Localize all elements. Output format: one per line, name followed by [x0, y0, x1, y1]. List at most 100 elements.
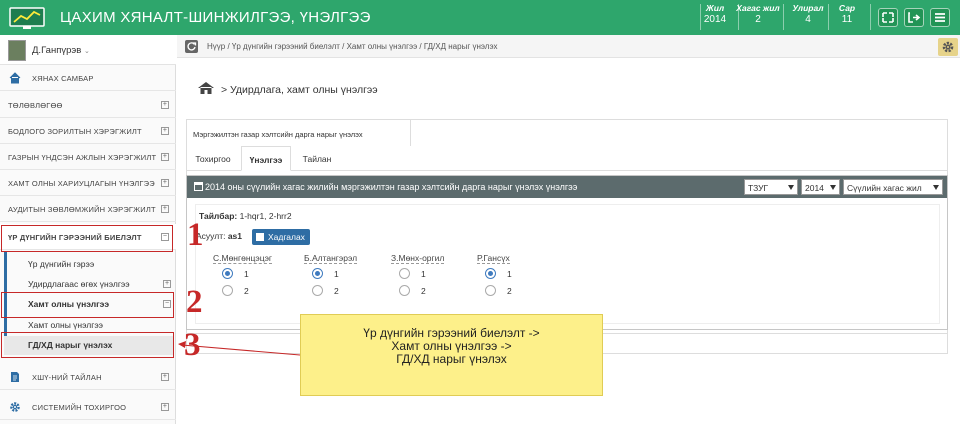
select-value: Сүүлийн хагас жил	[847, 183, 922, 193]
evaluation-panel: 2014 оны сүүлийн хагас жилийн мэргэжилтэ…	[186, 175, 948, 330]
save-button[interactable]: Хадгалах	[252, 229, 310, 245]
sidebar-item-main-work[interactable]: ГАЗРЫН ҮНДСЭН АЖЛЫН ХЭРЭГЖИЛТ +	[0, 144, 176, 170]
radio-button[interactable]	[485, 268, 496, 279]
radio-button[interactable]	[485, 285, 496, 296]
radio-button[interactable]	[399, 268, 410, 279]
stat-value: 2	[755, 14, 761, 25]
expand-icon: +	[161, 403, 169, 411]
sidebar-subitem-label: Хамт олны үнэлгээ	[28, 320, 103, 330]
gear-icon	[10, 402, 20, 412]
stat-month: Сар 11	[825, 3, 869, 25]
note: Тайлбар: 1-hqr1, 2-hrr2	[199, 211, 292, 221]
stat-value: 4	[805, 14, 811, 25]
radio-label: 1	[421, 269, 426, 279]
sidebar-item-settings[interactable]: СИСТЕМИЙН ТОХИРГОО +	[0, 394, 176, 420]
expand-icon: +	[161, 179, 169, 187]
radio-label: 1	[244, 269, 249, 279]
panel-body: Тайлбар: 1-hqr1, 2-hrr2 Асуулт: as1 Хадг…	[195, 204, 940, 324]
stat-label: Хагас жил	[736, 3, 780, 13]
stat-value: 2014	[703, 14, 727, 25]
radio-label: 2	[244, 286, 249, 296]
radio-label: 2	[334, 286, 339, 296]
menu-button[interactable]	[930, 8, 950, 27]
annotation-number-1: 1	[187, 217, 204, 253]
panel-title: 2014 оны сүүлийн хагас жилийн мэргэжилтэ…	[205, 182, 578, 192]
expand-icon: +	[161, 373, 169, 381]
select-value: ТЗУГ	[748, 183, 769, 193]
chevron-down-icon: ⌄	[83, 48, 90, 55]
sidebar-item-audit[interactable]: АУДИТЫН ЗӨВЛӨМЖИЙН ХЭРЭГЖИЛТ +	[0, 196, 176, 222]
top-bar: ЦАХИМ ХЯНАЛТ-ШИНЖИЛГЭЭ, ҮНЭЛГЭЭ Жил 2014…	[0, 0, 960, 35]
user-profile[interactable]: Д.Ганпүрэв ⌄	[0, 35, 176, 65]
select-value: 2014	[805, 183, 824, 193]
expand-icon: +	[161, 101, 169, 109]
sidebar: Д.Ганпүрэв ⌄ ХЯНАХ САМБАР ТӨЛӨВЛӨГӨӨ + Б…	[0, 35, 176, 424]
sidebar-item-policy[interactable]: БОДЛОГО ЗОРИЛТЫН ХЭРЭГЖИЛТ +	[0, 118, 176, 144]
person-name: Б.Алтангэрэл	[304, 253, 358, 264]
radio-button[interactable]	[222, 268, 233, 279]
radio-button[interactable]	[222, 285, 233, 296]
save-button-label: Хадгалах	[268, 232, 305, 242]
sidebar-item-label: ХЯНАХ САМБАР	[32, 74, 94, 83]
refresh-button[interactable]	[185, 40, 198, 53]
radio-button[interactable]	[312, 285, 323, 296]
tab-settings[interactable]: Тохиргоо	[190, 146, 236, 171]
logout-button[interactable]	[904, 8, 924, 27]
score-value: as1	[227, 231, 242, 241]
sidebar-item-label: СИСТЕМИЙН ТОХИРГОО	[32, 403, 127, 412]
settings-button[interactable]	[938, 38, 958, 56]
stat-label: Улирал	[792, 3, 824, 13]
gear-icon	[942, 41, 954, 53]
logout-icon	[908, 12, 921, 23]
monitor-chart-icon	[9, 7, 45, 29]
sidebar-item-label: БОДЛОГО ЗОРИЛТЫН ХЭРЭГЖИЛТ	[8, 127, 142, 136]
radio-button[interactable]	[399, 285, 410, 296]
tab-evaluate-managers[interactable]: Мэргэжилтэн газар хэлтсийн дарга нарыг ү…	[186, 119, 411, 146]
tab-evaluation[interactable]: Үнэлгээ	[241, 146, 291, 171]
sidebar-subitem-contract[interactable]: Үр дүнгийн гэрээ	[4, 255, 174, 274]
expand-icon: +	[161, 153, 169, 161]
app-title: ЦАХИМ ХЯНАЛТ-ШИНЖИЛГЭЭ, ҮНЭЛГЭЭ	[60, 9, 371, 26]
person-name: Р.Гансүх	[477, 253, 510, 264]
sidebar-item-team-responsibility[interactable]: ХАМТ ОЛНЫ ХАРИУЦЛАГЫН ҮНЭЛГЭЭ +	[0, 170, 176, 196]
divider	[870, 4, 871, 30]
breadcrumb-bar: Нүүр / Үр дүнгийн гэрээний биелэлт / Хам…	[177, 35, 960, 58]
sidebar-subitem-label: Үр дүнгийн гэрээ	[28, 259, 95, 269]
user-name[interactable]: Д.Ганпүрэв ⌄	[32, 45, 90, 56]
sidebar-item-dashboard[interactable]: ХЯНАХ САМБАР	[0, 65, 176, 91]
person-name: З.Мөнх-оргил	[391, 253, 445, 264]
sidebar-item-label: АУДИТЫН ЗӨВЛӨМЖИЙН ХЭРЭГЖИЛТ	[8, 205, 156, 214]
annotation-number-2: 2	[186, 284, 203, 320]
highlight-box-1	[1, 225, 173, 252]
stat-label: Сар	[838, 3, 856, 13]
report-icon	[11, 372, 19, 382]
radio-label: 1	[334, 269, 339, 279]
annotation-number-3: 3	[184, 327, 201, 363]
highlight-box-3	[1, 332, 174, 358]
period-select[interactable]: Сүүлийн хагас жил	[843, 179, 943, 195]
sidebar-item-label: ХАМТ ОЛНЫ ХАРИУЦЛАГЫН ҮНЭЛГЭЭ	[8, 179, 155, 188]
stat-value: 11	[841, 14, 853, 25]
tab-report[interactable]: Тайлан	[294, 146, 340, 171]
divider	[783, 4, 784, 30]
home-icon[interactable]	[197, 81, 215, 95]
stat-label: Жил	[705, 3, 725, 13]
avatar	[8, 40, 26, 61]
department-select[interactable]: ТЗУГ	[744, 179, 798, 195]
note-value: 1-hqr1, 2-hrr2	[237, 211, 292, 221]
callout-note: Үр дүнгийн гэрээний биелэлт -> Хамт олны…	[300, 314, 603, 396]
sidebar-item-report[interactable]: ХШҮ-НИЙ ТАЙЛАН +	[0, 364, 176, 390]
stat-quarter: Улирал 4	[786, 3, 830, 25]
calendar-icon	[194, 182, 203, 191]
person-name: С.Мөнгөнцэцэг	[213, 253, 273, 264]
year-select[interactable]: 2014	[801, 179, 840, 195]
sidebar-item-plan[interactable]: ТӨЛӨВЛӨГӨӨ +	[0, 92, 176, 118]
breadcrumb[interactable]: Нүүр / Үр дүнгийн гэрээний биелэлт / Хам…	[207, 42, 497, 51]
sidebar-item-label: ТӨЛӨВЛӨГӨӨ	[8, 101, 63, 110]
user-name-text: Д.Ганпүрэв	[32, 45, 82, 56]
radio-button[interactable]	[312, 268, 323, 279]
stat-half-year: Хагас жил 2	[736, 3, 780, 25]
fullscreen-button[interactable]	[878, 8, 898, 27]
stat-year: Жил 2014	[693, 3, 737, 25]
panel-header: 2014 оны сүүлийн хагас жилийн мэргэжилтэ…	[187, 176, 947, 198]
